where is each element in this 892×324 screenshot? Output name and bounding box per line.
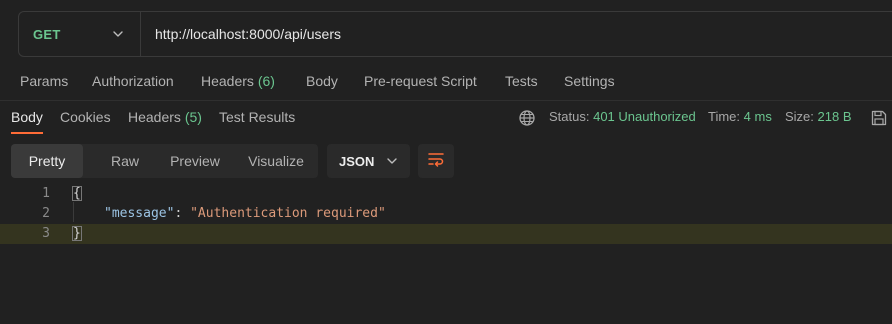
- tab-settings[interactable]: Settings: [564, 73, 615, 89]
- tab-headers[interactable]: Headers (6): [201, 73, 275, 89]
- tab-headers-label: Headers: [201, 73, 254, 89]
- pretty-button[interactable]: Pretty: [11, 144, 83, 178]
- tab-prerequest-script[interactable]: Pre-request Script: [364, 73, 477, 89]
- json-key: "message": [104, 206, 175, 221]
- url-input[interactable]: [141, 12, 892, 56]
- size-value: 218 B: [817, 109, 852, 124]
- status-value: 401 Unauthorized: [593, 109, 696, 124]
- view-mode-group: Pretty Raw Preview Visualize: [11, 144, 318, 178]
- response-tab-body[interactable]: Body: [11, 109, 43, 125]
- method-label: GET: [33, 26, 61, 42]
- response-tab-cookies[interactable]: Cookies: [60, 109, 111, 125]
- tab-headers-count: (6): [257, 73, 275, 89]
- line-content: "message": "Authentication required": [104, 204, 386, 224]
- json-value: "Authentication required": [190, 206, 386, 221]
- method-select[interactable]: GET: [19, 12, 141, 56]
- visualize-button[interactable]: Visualize: [237, 144, 315, 178]
- indent-guide: [73, 202, 74, 222]
- time-display[interactable]: Time: 4 ms: [708, 109, 772, 124]
- size-label: Size:: [785, 109, 814, 124]
- response-tab-headers-label: Headers: [128, 109, 181, 125]
- wrap-lines-icon: [427, 150, 445, 173]
- tab-tests[interactable]: Tests: [505, 73, 538, 89]
- response-tab-headers-count: (5): [184, 109, 202, 125]
- chevron-down-icon: [112, 28, 124, 40]
- response-body-editor[interactable]: 1 { 2 "message": "Authentication require…: [0, 182, 892, 252]
- save-icon[interactable]: [870, 109, 888, 130]
- line-number: 2: [42, 206, 50, 221]
- tab-params[interactable]: Params: [20, 73, 68, 89]
- preview-button[interactable]: Preview: [159, 144, 231, 178]
- tab-body[interactable]: Body: [306, 73, 338, 89]
- code-line: 2 "message": "Authentication required": [0, 204, 892, 224]
- tab-authorization[interactable]: Authorization: [92, 73, 174, 89]
- code-line: 1 {: [0, 184, 892, 204]
- status-display[interactable]: Status: 401 Unauthorized: [549, 109, 696, 124]
- status-label: Status:: [549, 109, 590, 124]
- open-brace: {: [72, 186, 82, 201]
- line-number: 1: [42, 186, 50, 201]
- code-line-active: 3 }: [0, 224, 892, 244]
- active-tab-indicator: [11, 132, 43, 134]
- request-tabs: Params Authorization Headers (6) Body Pr…: [0, 68, 892, 94]
- raw-button[interactable]: Raw: [89, 144, 161, 178]
- response-tabs: Body Cookies Headers (5) Test Results St…: [0, 104, 892, 134]
- response-tab-test-results[interactable]: Test Results: [219, 109, 295, 125]
- time-value: 4 ms: [743, 109, 772, 124]
- format-label: JSON: [339, 153, 375, 169]
- format-select[interactable]: JSON: [327, 144, 410, 178]
- response-tab-headers[interactable]: Headers (5): [128, 109, 202, 125]
- line-number: 3: [42, 226, 50, 241]
- close-brace: }: [72, 226, 82, 241]
- time-label: Time:: [708, 109, 741, 124]
- line-content: {: [72, 184, 82, 204]
- wrap-lines-button[interactable]: [418, 144, 454, 178]
- json-colon: :: [174, 206, 191, 221]
- globe-icon[interactable]: [518, 109, 536, 130]
- chevron-down-icon: [386, 155, 398, 167]
- size-display[interactable]: Size: 218 B: [785, 109, 852, 124]
- line-content: }: [72, 224, 82, 244]
- divider: [0, 100, 892, 101]
- request-bar: GET: [18, 11, 892, 57]
